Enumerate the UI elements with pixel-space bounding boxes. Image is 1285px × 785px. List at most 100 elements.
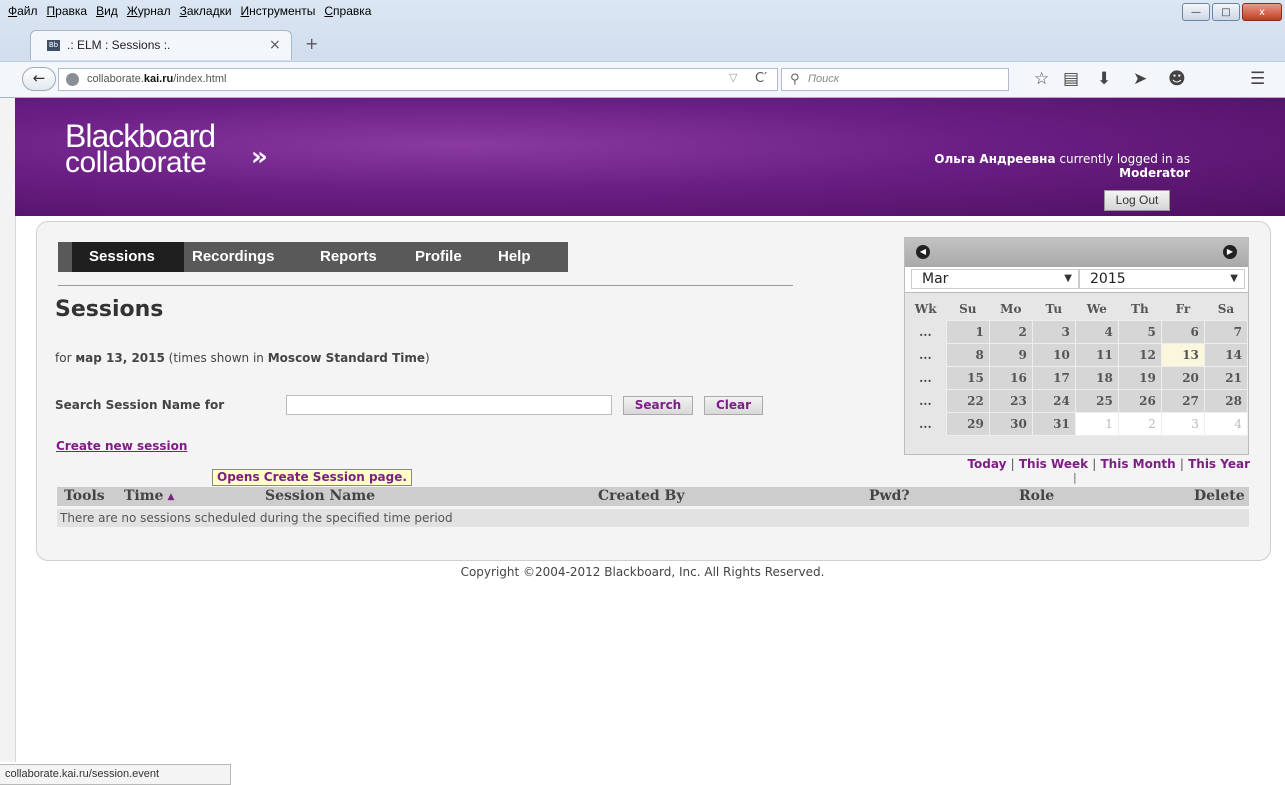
menu-bookmarks[interactable]: Закладки [180, 4, 232, 18]
calendar-day[interactable]: 28 [1203, 389, 1249, 413]
calendar-day[interactable]: 5 [1117, 320, 1162, 344]
calendar-day[interactable]: 14 [1203, 343, 1249, 367]
week-select-marker[interactable]: ... [905, 367, 946, 390]
calendar-day[interactable]: 31 [1031, 412, 1076, 436]
cal-header-we: We [1086, 302, 1107, 316]
menu-tools[interactable]: Инструменты [241, 4, 316, 18]
calendar-day[interactable]: 29 [945, 412, 990, 436]
week-select-marker[interactable]: ... [905, 321, 946, 344]
back-arrow-icon[interactable]: ← [22, 67, 56, 91]
search-icon: ⚲ [790, 72, 800, 87]
calendar-header: ◀ ▶ [905, 238, 1248, 267]
hamburger-menu-icon[interactable]: ☰ [1250, 70, 1265, 88]
calendar-day[interactable]: 8 [945, 343, 990, 367]
menu-history[interactable]: Журнал [127, 4, 171, 18]
calendar-day[interactable]: 16 [988, 366, 1033, 390]
calendar-day[interactable]: 7 [1203, 320, 1249, 344]
link-today[interactable]: Today [967, 457, 1006, 471]
week-select-marker[interactable]: ... [905, 390, 946, 413]
calendar-day[interactable]: 13 [1160, 343, 1205, 367]
calendar-day[interactable]: 30 [988, 412, 1033, 436]
tab-close-icon[interactable]: × [269, 37, 281, 53]
reload-icon[interactable]: C′ [755, 71, 767, 86]
download-icon[interactable]: ⬇ [1097, 70, 1111, 88]
calendar-week-row: ... 29 30 31 1 2 3 4 [905, 412, 1249, 436]
col-time[interactable]: Time ▲ [124, 487, 174, 507]
reading-list-icon[interactable]: ▤ [1063, 70, 1079, 88]
col-session-name[interactable]: Session Name [265, 487, 375, 506]
share-icon[interactable]: ➤ [1133, 70, 1147, 88]
calendar-day[interactable]: 2 [1117, 412, 1162, 436]
url-dropdown-icon[interactable]: ▽ [729, 71, 737, 84]
calendar-day[interactable]: 19 [1117, 366, 1162, 390]
link-this-year[interactable]: This Year [1188, 457, 1250, 471]
year-select[interactable]: 2015 ▼ [1079, 269, 1245, 289]
search-button[interactable]: Search [623, 396, 693, 415]
browser-search-input[interactable]: ⚲ Поиск [781, 68, 1009, 91]
link-this-month[interactable]: This Month [1101, 457, 1176, 471]
close-window-button[interactable]: x [1242, 3, 1282, 21]
calendar-day[interactable]: 27 [1160, 389, 1205, 413]
next-month-icon[interactable]: ▶ [1223, 245, 1237, 259]
calendar-grid: Wk Su Mo Tu We Th Fr Sa ... 1 2 3 4 5 6 7... 8 9 1… [905, 298, 1249, 436]
calendar-day[interactable]: 9 [988, 343, 1033, 367]
tooltip: Opens Create Session page. [212, 469, 412, 486]
menu-help[interactable]: Справка [324, 4, 371, 18]
prev-month-icon[interactable]: ◀ [916, 245, 930, 259]
calendar-day[interactable]: 22 [945, 389, 990, 413]
url-bar[interactable]: collaborate.kai.ru/index.html ▽ C′ [58, 68, 778, 91]
date-line: for мар 13, 2015 (times shown in Moscow … [55, 351, 430, 365]
create-session-link[interactable]: Create new session [56, 439, 187, 453]
calendar-day[interactable]: 1 [945, 320, 990, 344]
calendar-day[interactable]: 3 [1160, 412, 1205, 436]
week-select-marker[interactable]: ... [905, 413, 946, 436]
user-role: Moderator [1119, 166, 1190, 180]
new-tab-icon[interactable]: + [305, 34, 318, 53]
col-created-by[interactable]: Created By [598, 487, 685, 506]
calendar-day[interactable]: 4 [1074, 320, 1119, 344]
calendar-day[interactable]: 11 [1074, 343, 1119, 367]
browser-tab[interactable]: Bb .: ELM : Sessions :. × [30, 30, 292, 60]
calendar-day[interactable]: 25 [1074, 389, 1119, 413]
calendar-day[interactable]: 24 [1031, 389, 1076, 413]
minimize-button[interactable]: — [1182, 3, 1210, 21]
chevron-down-icon: ▼ [1230, 273, 1238, 284]
logout-button[interactable]: Log Out [1104, 190, 1170, 211]
calendar-day[interactable]: 2 [988, 320, 1033, 344]
calendar-day[interactable]: 4 [1203, 412, 1249, 436]
cal-header-su: Su [959, 302, 977, 316]
bookmark-star-icon[interactable]: ☆ [1034, 70, 1049, 88]
calendar-day[interactable]: 18 [1074, 366, 1119, 390]
chat-icon[interactable]: ☻ [1168, 70, 1186, 88]
menu-edit[interactable]: Правка [47, 4, 88, 18]
calendar-day[interactable]: 3 [1031, 320, 1076, 344]
calendar-day[interactable]: 20 [1160, 366, 1205, 390]
calendar-day[interactable]: 26 [1117, 389, 1162, 413]
calendar-day[interactable]: 17 [1031, 366, 1076, 390]
month-select[interactable]: Mar ▼ [911, 269, 1079, 289]
menu-view[interactable]: Вид [96, 4, 118, 18]
calendar-day[interactable]: 6 [1160, 320, 1205, 344]
sessions-table-header: Tools Time ▲ Session Name Created By Pwd?… [57, 487, 1249, 506]
login-info: Ольга Андреевна currently logged in as M… [830, 152, 1190, 180]
calendar-day[interactable]: 10 [1031, 343, 1076, 367]
link-this-week[interactable]: This Week [1019, 457, 1088, 471]
menu-file[interactable]: Файл [8, 4, 38, 18]
tab-help[interactable]: Help [498, 242, 531, 272]
maximize-button[interactable]: □ [1212, 3, 1240, 21]
tab-sessions[interactable]: Sessions [72, 242, 184, 272]
calendar-day[interactable]: 12 [1117, 343, 1162, 367]
calendar-day[interactable]: 21 [1203, 366, 1249, 390]
tab-recordings[interactable]: Recordings [192, 242, 275, 272]
week-select-marker[interactable]: ... [905, 344, 946, 367]
tab-profile[interactable]: Profile [415, 242, 462, 272]
calendar-week-row: ... 15 16 17 18 19 20 21 [905, 366, 1249, 390]
calendar-week-row: ... 1 2 3 4 5 6 7 [905, 320, 1249, 344]
clear-button[interactable]: Clear [704, 396, 763, 415]
calendar-day[interactable]: 1 [1074, 412, 1119, 436]
calendar-day[interactable]: 23 [988, 389, 1033, 413]
tab-reports[interactable]: Reports [320, 242, 377, 272]
page-title: Sessions [55, 297, 164, 322]
session-search-input[interactable] [286, 395, 612, 415]
calendar-day[interactable]: 15 [945, 366, 990, 390]
